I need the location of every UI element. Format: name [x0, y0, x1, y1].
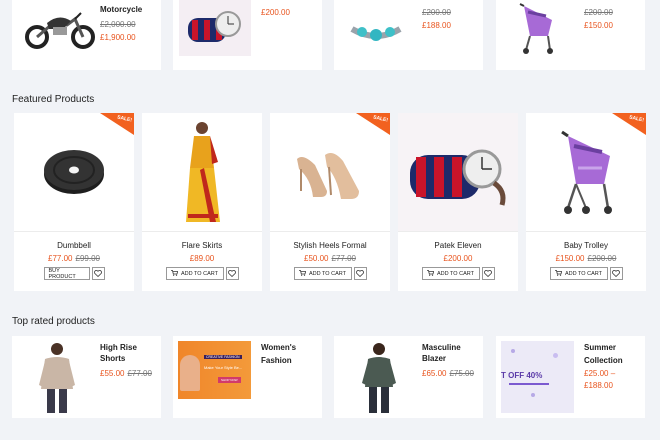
product-card-watch[interactable]: £200.00	[173, 0, 322, 70]
old-price: £99.00	[75, 254, 100, 263]
product-name[interactable]: Baby Trolley	[526, 241, 646, 250]
top-rated-products-title: Top rated products	[12, 316, 95, 327]
product-name[interactable]: Patek Eleven	[398, 241, 518, 250]
old-price: £200.00	[584, 8, 613, 17]
add-to-cart-button[interactable]: ADD TO CART	[421, 267, 480, 280]
banner-shop-button[interactable]: SHOP NOW	[218, 377, 241, 383]
summer-banner-image[interactable]: T OFF 40%	[501, 341, 574, 413]
old-price: £200.00	[587, 254, 617, 263]
cart-icon	[299, 269, 307, 278]
old-price: £77.00	[331, 254, 356, 263]
product-name[interactable]: Motorcycle	[100, 4, 142, 15]
motorcycle-image[interactable]	[18, 4, 102, 52]
current-price: £89.00	[189, 254, 215, 263]
featured-card-heels[interactable]: SALE! Stylish Heels Formal £50.00 £77.00 …	[270, 113, 390, 291]
wishlist-heart-icon[interactable]	[353, 267, 367, 280]
wishlist-heart-icon[interactable]	[91, 267, 105, 280]
banner-text: T OFF 40%	[501, 371, 543, 380]
price-range-start: £25.00 –	[584, 369, 616, 378]
banner-text: Make Your Style Be...	[204, 365, 243, 370]
wishlist-heart-icon[interactable]	[225, 267, 239, 280]
old-price: £2,000.00	[100, 20, 136, 29]
current-price: £150.00	[555, 254, 585, 263]
saree-image[interactable]	[142, 113, 262, 231]
cart-icon	[171, 269, 179, 278]
wishlist-heart-icon[interactable]	[481, 267, 495, 280]
buy-product-button[interactable]: BUY PRODUCT	[43, 267, 90, 280]
sale-badge: SALE!	[356, 113, 390, 135]
featured-card-dumbbell[interactable]: SALE! Dumbbell £77.00 £99.00 BUY PRODUCT	[14, 113, 134, 291]
cart-icon	[555, 269, 563, 278]
current-price: £200.00	[261, 8, 290, 17]
product-name-line2[interactable]: Collection	[584, 355, 623, 366]
featured-card-baby-trolley[interactable]: SALE! Baby Trolley £150.00 £200.00 ADD TO…	[526, 113, 646, 291]
old-price: £77.00	[127, 369, 152, 378]
old-price: £200.00	[422, 8, 451, 17]
top-rated-card-masculine-blazer[interactable]: Masculine Blazer £65.00 £75.00	[334, 336, 483, 418]
bracelet-image[interactable]	[344, 10, 408, 50]
sale-badge: SALE!	[100, 113, 134, 135]
baby-trolley-image[interactable]	[508, 0, 564, 58]
featured-card-patek-eleven[interactable]: Patek Eleven £200.00 ADD TO CART	[398, 113, 518, 291]
price-range-end: £188.00	[584, 381, 613, 390]
top-rated-card-high-rise-shorts[interactable]: High Rise Shorts £55.00 £77.00	[12, 336, 161, 418]
product-name-line2[interactable]: Fashion	[261, 355, 296, 366]
product-card-bracelet[interactable]: £200.00 £188.00	[334, 0, 483, 70]
top-rated-card-womens-fashion[interactable]: CREATIVE FASHION Make Your Style Be... S…	[173, 336, 322, 418]
product-card-motorcycle[interactable]: Motorcycle £2,000.00 £1,900.00	[12, 0, 161, 70]
product-name[interactable]: Stylish Heels Formal	[270, 241, 390, 250]
current-price: £77.00	[48, 254, 73, 263]
watch-bag-image[interactable]	[398, 113, 518, 231]
product-name-line1[interactable]: Women's	[261, 342, 296, 353]
wishlist-heart-icon[interactable]	[609, 267, 623, 280]
watch-bag-image[interactable]	[179, 0, 251, 56]
product-name-line1[interactable]: Summer	[584, 342, 623, 353]
product-name[interactable]: Masculine Blazer	[422, 342, 483, 364]
banner-tag: CREATIVE FASHION	[204, 355, 242, 359]
add-to-cart-button[interactable]: ADD TO CART	[165, 267, 224, 280]
add-to-cart-button[interactable]: ADD TO CART	[549, 267, 608, 280]
product-name[interactable]: Flare Skirts	[142, 241, 262, 250]
woman-top-image[interactable]	[348, 340, 410, 416]
current-price: £200.00	[443, 254, 473, 263]
top-rated-card-summer-collection[interactable]: T OFF 40% Summer Collection £25.00 – £18…	[496, 336, 645, 418]
cart-icon	[427, 269, 435, 278]
featured-products-title: Featured Products	[12, 94, 95, 105]
product-card-trolley[interactable]: £200.00 £150.00	[496, 0, 645, 70]
current-price: £65.00	[422, 369, 447, 378]
featured-card-flare-skirts[interactable]: Flare Skirts £89.00 ADD TO CART	[142, 113, 262, 291]
product-name[interactable]: High Rise Shorts	[100, 342, 161, 364]
sale-badge: SALE!	[612, 113, 646, 135]
woman-sweater-image[interactable]	[26, 340, 88, 416]
current-price: £50.00	[304, 254, 329, 263]
current-price: £55.00	[100, 369, 125, 378]
current-price: £1,900.00	[100, 33, 136, 42]
current-price: £188.00	[422, 21, 451, 30]
old-price: £75.00	[449, 369, 474, 378]
fashion-banner-image[interactable]: CREATIVE FASHION Make Your Style Be... S…	[178, 341, 251, 399]
add-to-cart-button[interactable]: ADD TO CART	[293, 267, 352, 280]
current-price: £150.00	[584, 21, 613, 30]
product-name[interactable]: Dumbbell	[14, 241, 134, 250]
